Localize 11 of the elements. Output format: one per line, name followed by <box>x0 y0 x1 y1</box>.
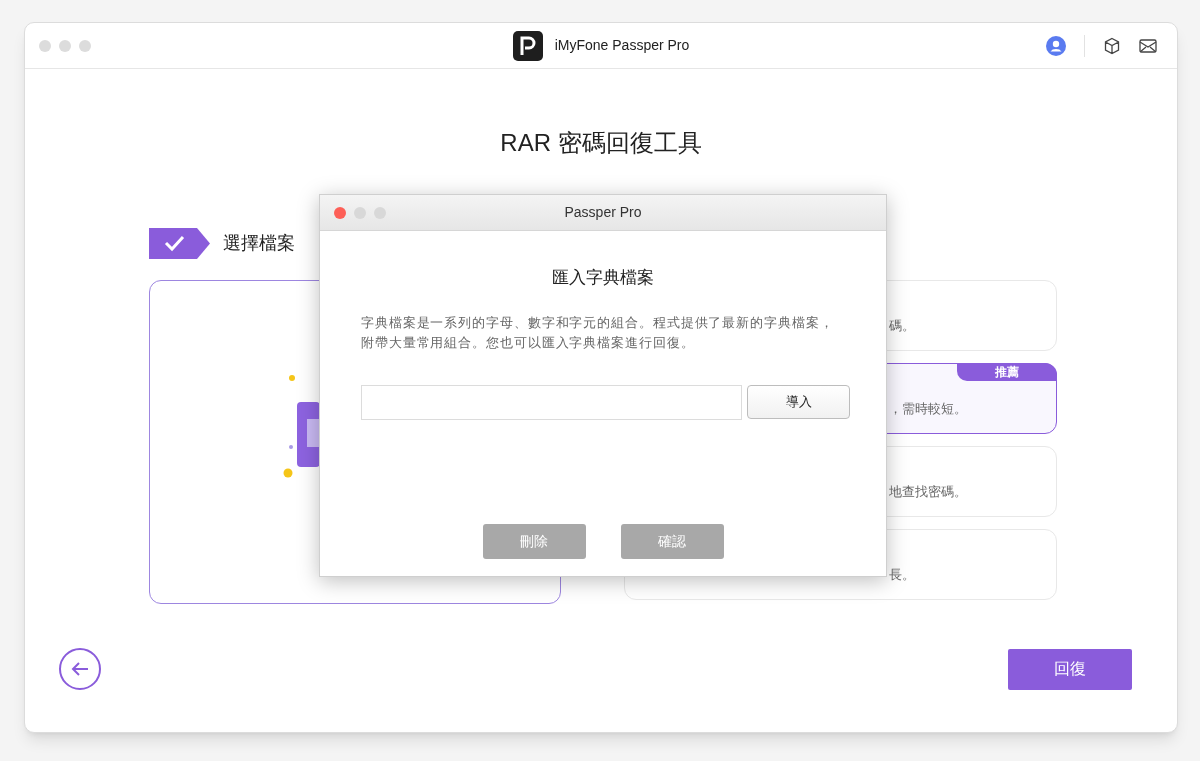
page-title: RAR 密碼回復工具 <box>500 128 702 158</box>
option-description: ，需時較短。 <box>889 399 967 418</box>
dialog-description: 字典檔案是一系列的字母、數字和字元的組合。程式提供了最新的字典檔案，附帶大量常用組合。您也可以匯入字典檔案進行回復。 <box>361 313 835 352</box>
dialog-heading: 匯入字典檔案 <box>552 267 654 289</box>
option-description: 碼。 <box>889 316 915 335</box>
dialog-title: Passper Pro <box>563 203 643 222</box>
recommended-badge: 推薦 <box>957 363 1057 381</box>
window-title: iMyFone Passper Pro <box>554 36 690 55</box>
option-description: 地查找密碼。 <box>889 482 967 501</box>
option-description: 長。 <box>889 565 915 584</box>
step-label: 選擇檔案 <box>223 232 295 255</box>
